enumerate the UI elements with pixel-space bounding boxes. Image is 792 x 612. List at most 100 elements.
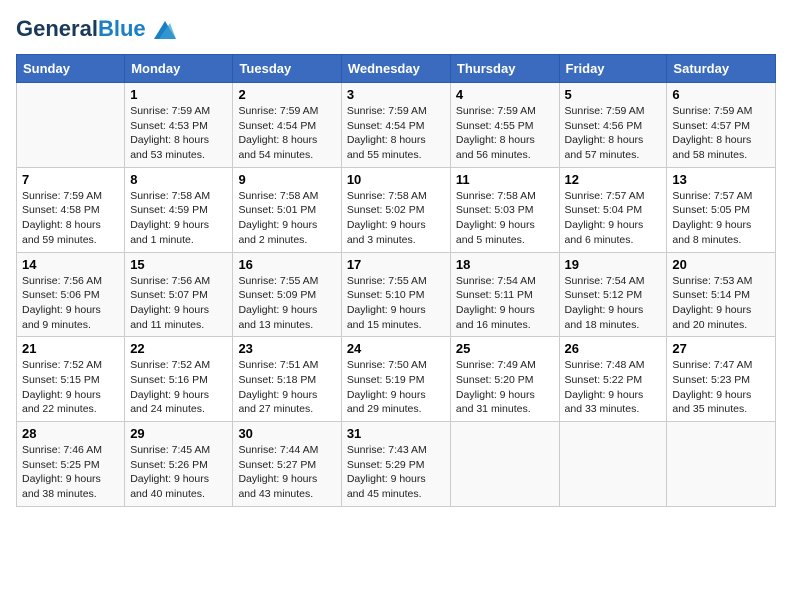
- day-cell: [17, 83, 125, 168]
- day-cell: 21 Sunrise: 7:52 AM Sunset: 5:15 PM Dayli…: [17, 337, 125, 422]
- day-number: 4: [456, 87, 554, 102]
- day-info: Sunrise: 7:56 AM Sunset: 5:07 PM Dayligh…: [130, 274, 227, 333]
- day-number: 1: [130, 87, 227, 102]
- day-number: 11: [456, 172, 554, 187]
- column-header-thursday: Thursday: [450, 55, 559, 83]
- day-number: 28: [22, 426, 119, 441]
- day-cell: 13 Sunrise: 7:57 AM Sunset: 5:05 PM Dayli…: [667, 167, 776, 252]
- day-info: Sunrise: 7:58 AM Sunset: 5:03 PM Dayligh…: [456, 189, 554, 248]
- day-cell: 30 Sunrise: 7:44 AM Sunset: 5:27 PM Dayli…: [233, 422, 341, 507]
- page-header: GeneralBlue: [16, 16, 776, 42]
- day-number: 8: [130, 172, 227, 187]
- day-info: Sunrise: 7:53 AM Sunset: 5:14 PM Dayligh…: [672, 274, 770, 333]
- day-info: Sunrise: 7:59 AM Sunset: 4:56 PM Dayligh…: [565, 104, 662, 163]
- day-info: Sunrise: 7:47 AM Sunset: 5:23 PM Dayligh…: [672, 358, 770, 417]
- column-header-saturday: Saturday: [667, 55, 776, 83]
- day-number: 25: [456, 341, 554, 356]
- day-cell: 2 Sunrise: 7:59 AM Sunset: 4:54 PM Daylig…: [233, 83, 341, 168]
- day-info: Sunrise: 7:59 AM Sunset: 4:58 PM Dayligh…: [22, 189, 119, 248]
- day-cell: 14 Sunrise: 7:56 AM Sunset: 5:06 PM Dayli…: [17, 252, 125, 337]
- day-number: 9: [238, 172, 335, 187]
- day-number: 24: [347, 341, 445, 356]
- week-row-3: 14 Sunrise: 7:56 AM Sunset: 5:06 PM Dayli…: [17, 252, 776, 337]
- day-cell: 10Sunrise: 7:58 AM Sunset: 5:02 PM Dayli…: [341, 167, 450, 252]
- logo-icon: [154, 21, 176, 39]
- day-cell: 27 Sunrise: 7:47 AM Sunset: 5:23 PM Dayli…: [667, 337, 776, 422]
- day-info: Sunrise: 7:44 AM Sunset: 5:27 PM Dayligh…: [238, 443, 335, 502]
- day-info: Sunrise: 7:51 AM Sunset: 5:18 PM Dayligh…: [238, 358, 335, 417]
- day-info: Sunrise: 7:57 AM Sunset: 5:05 PM Dayligh…: [672, 189, 770, 248]
- day-number: 3: [347, 87, 445, 102]
- day-info: Sunrise: 7:59 AM Sunset: 4:53 PM Dayligh…: [130, 104, 227, 163]
- day-number: 29: [130, 426, 227, 441]
- day-cell: 4 Sunrise: 7:59 AM Sunset: 4:55 PM Daylig…: [450, 83, 559, 168]
- day-cell: 8 Sunrise: 7:58 AM Sunset: 4:59 PM Daylig…: [125, 167, 233, 252]
- day-info: Sunrise: 7:55 AM Sunset: 5:09 PM Dayligh…: [238, 274, 335, 333]
- day-cell: 1 Sunrise: 7:59 AM Sunset: 4:53 PM Daylig…: [125, 83, 233, 168]
- day-number: 27: [672, 341, 770, 356]
- day-cell: 25 Sunrise: 7:49 AM Sunset: 5:20 PM Dayli…: [450, 337, 559, 422]
- week-row-1: 1 Sunrise: 7:59 AM Sunset: 4:53 PM Daylig…: [17, 83, 776, 168]
- logo-general: GeneralBlue: [16, 16, 176, 42]
- day-info: Sunrise: 7:48 AM Sunset: 5:22 PM Dayligh…: [565, 358, 662, 417]
- day-cell: 3 Sunrise: 7:59 AM Sunset: 4:54 PM Daylig…: [341, 83, 450, 168]
- day-number: 14: [22, 257, 119, 272]
- day-number: 16: [238, 257, 335, 272]
- day-number: 31: [347, 426, 445, 441]
- week-row-5: 28 Sunrise: 7:46 AM Sunset: 5:25 PM Dayli…: [17, 422, 776, 507]
- day-number: 15: [130, 257, 227, 272]
- day-cell: 20 Sunrise: 7:53 AM Sunset: 5:14 PM Dayli…: [667, 252, 776, 337]
- day-info: Sunrise: 7:59 AM Sunset: 4:54 PM Dayligh…: [238, 104, 335, 163]
- calendar-table: SundayMondayTuesdayWednesdayThursdayFrid…: [16, 54, 776, 507]
- day-cell: 7 Sunrise: 7:59 AM Sunset: 4:58 PM Daylig…: [17, 167, 125, 252]
- day-number: 2: [238, 87, 335, 102]
- day-cell: 16 Sunrise: 7:55 AM Sunset: 5:09 PM Dayli…: [233, 252, 341, 337]
- day-number: 7: [22, 172, 119, 187]
- day-info: Sunrise: 7:59 AM Sunset: 4:57 PM Dayligh…: [672, 104, 770, 163]
- day-info: Sunrise: 7:56 AM Sunset: 5:06 PM Dayligh…: [22, 274, 119, 333]
- day-cell: 26 Sunrise: 7:48 AM Sunset: 5:22 PM Dayli…: [559, 337, 667, 422]
- day-cell: 15 Sunrise: 7:56 AM Sunset: 5:07 PM Dayli…: [125, 252, 233, 337]
- day-cell: 29Sunrise: 7:45 AM Sunset: 5:26 PM Dayli…: [125, 422, 233, 507]
- day-cell: 17Sunrise: 7:55 AM Sunset: 5:10 PM Dayli…: [341, 252, 450, 337]
- day-info: Sunrise: 7:54 AM Sunset: 5:12 PM Dayligh…: [565, 274, 662, 333]
- day-info: Sunrise: 7:55 AM Sunset: 5:10 PM Dayligh…: [347, 274, 445, 333]
- day-cell: 9 Sunrise: 7:58 AM Sunset: 5:01 PM Daylig…: [233, 167, 341, 252]
- day-number: 18: [456, 257, 554, 272]
- day-cell: 6 Sunrise: 7:59 AM Sunset: 4:57 PM Daylig…: [667, 83, 776, 168]
- day-cell: 12 Sunrise: 7:57 AM Sunset: 5:04 PM Dayli…: [559, 167, 667, 252]
- day-cell: [559, 422, 667, 507]
- column-header-monday: Monday: [125, 55, 233, 83]
- day-number: 10: [347, 172, 445, 187]
- day-number: 5: [565, 87, 662, 102]
- day-info: Sunrise: 7:46 AM Sunset: 5:25 PM Dayligh…: [22, 443, 119, 502]
- day-number: 20: [672, 257, 770, 272]
- day-cell: 18 Sunrise: 7:54 AM Sunset: 5:11 PM Dayli…: [450, 252, 559, 337]
- column-header-friday: Friday: [559, 55, 667, 83]
- day-number: 22: [130, 341, 227, 356]
- day-number: 6: [672, 87, 770, 102]
- day-cell: 24Sunrise: 7:50 AM Sunset: 5:19 PM Dayli…: [341, 337, 450, 422]
- day-number: 26: [565, 341, 662, 356]
- day-number: 23: [238, 341, 335, 356]
- day-info: Sunrise: 7:59 AM Sunset: 4:54 PM Dayligh…: [347, 104, 445, 163]
- day-number: 30: [238, 426, 335, 441]
- day-info: Sunrise: 7:58 AM Sunset: 4:59 PM Dayligh…: [130, 189, 227, 248]
- day-number: 21: [22, 341, 119, 356]
- day-info: Sunrise: 7:57 AM Sunset: 5:04 PM Dayligh…: [565, 189, 662, 248]
- day-info: Sunrise: 7:59 AM Sunset: 4:55 PM Dayligh…: [456, 104, 554, 163]
- day-cell: 23 Sunrise: 7:51 AM Sunset: 5:18 PM Dayli…: [233, 337, 341, 422]
- column-header-wednesday: Wednesday: [341, 55, 450, 83]
- calendar-header-row: SundayMondayTuesdayWednesdayThursdayFrid…: [17, 55, 776, 83]
- day-info: Sunrise: 7:52 AM Sunset: 5:16 PM Dayligh…: [130, 358, 227, 417]
- logo: GeneralBlue: [16, 16, 176, 42]
- day-number: 12: [565, 172, 662, 187]
- column-header-tuesday: Tuesday: [233, 55, 341, 83]
- day-cell: 22 Sunrise: 7:52 AM Sunset: 5:16 PM Dayli…: [125, 337, 233, 422]
- day-number: 13: [672, 172, 770, 187]
- day-info: Sunrise: 7:54 AM Sunset: 5:11 PM Dayligh…: [456, 274, 554, 333]
- day-info: Sunrise: 7:52 AM Sunset: 5:15 PM Dayligh…: [22, 358, 119, 417]
- day-info: Sunrise: 7:43 AM Sunset: 5:29 PM Dayligh…: [347, 443, 445, 502]
- day-info: Sunrise: 7:49 AM Sunset: 5:20 PM Dayligh…: [456, 358, 554, 417]
- day-info: Sunrise: 7:58 AM Sunset: 5:01 PM Dayligh…: [238, 189, 335, 248]
